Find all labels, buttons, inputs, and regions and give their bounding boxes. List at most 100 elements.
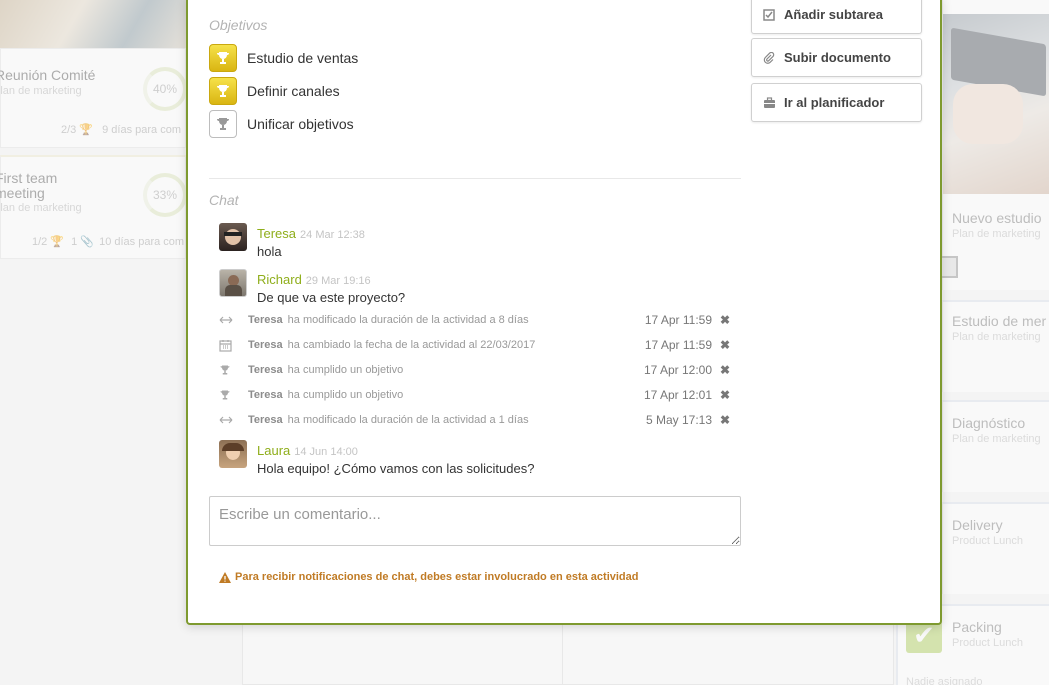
chat-heading: Chat [209,192,239,208]
delete-icon[interactable]: ✖ [720,363,730,377]
trophy-icon: 🏆 [50,236,65,248]
card-title: Estudio de mer [952,313,1047,329]
days-left: 9 días para com [102,124,181,136]
progress-ring: 33% [143,173,187,217]
trophy-icon[interactable] [209,110,237,138]
activity-log-entry: Teresa ha modificado la duración de la a… [219,411,734,429]
message-time: 29 Mar 19:16 [305,275,371,287]
delete-icon[interactable]: ✖ [720,338,730,352]
card-title: Delivery [952,517,1003,533]
log-time: 5 May 17:13 [645,413,712,427]
log-time: 17 Apr 12:00 [643,363,712,377]
log-user: Teresa [248,339,283,351]
resize-arrows-icon [219,416,239,424]
activity-log-entry: Teresa ha modificado la duración de la a… [219,311,734,329]
log-user: Teresa [248,389,283,401]
message-text: De que va este proyecto? [257,290,406,305]
activity-card[interactable] [942,502,1049,594]
log-action: ha cumplido un objetivo [287,389,404,401]
log-action: ha cumplido un objetivo [287,364,404,376]
upload-document-button[interactable]: Subir documento [751,38,922,77]
card-title: Packing [952,619,1002,635]
card-cover-image [0,0,186,48]
go-to-planner-button[interactable]: Ir al planificador [751,83,922,122]
card-subtitle: Product Lunch [952,535,1023,547]
trophy-icon[interactable] [209,77,237,105]
avatar[interactable] [219,269,247,297]
card-subtitle: Plan de marketing [0,202,82,214]
objectives-count: 2/3 [61,124,77,136]
add-subtask-button[interactable]: Añadir subtarea [751,0,922,34]
objective-item[interactable]: Unificar objetivos [209,110,354,138]
delete-icon[interactable]: ✖ [720,313,730,327]
log-action: ha modificado la duración de la activida… [287,314,529,326]
message-time: 14 Jun 14:00 [294,446,358,458]
card-subtitle: Plan de marketing [0,85,82,97]
trophy-icon[interactable] [209,44,237,72]
log-user: Teresa [248,414,283,426]
log-time: 17 Apr 11:59 [644,313,712,327]
activity-card[interactable] [942,400,1049,492]
message-text: hola [257,244,282,259]
trophy-icon [219,364,239,376]
activity-card[interactable]: Reunión Comité Plan de marketing 40% 2/3… [0,48,187,148]
checkbox-icon [762,8,776,21]
activity-detail-modal: Objetivos Estudio de ventas Definir cana… [186,0,942,625]
log-action: ha cambiado la fecha de la actividad al … [287,339,536,351]
section-divider [209,178,741,179]
message-text: Hola equipo! ¿Cómo vamos con las solicit… [257,461,535,476]
log-time: 17 Apr 12:01 [643,388,712,402]
attachments-count: 1 [71,236,78,248]
warning-icon [219,571,231,583]
add-subtask-label: Añadir subtarea [784,7,883,22]
upload-document-label: Subir documento [784,50,891,65]
log-user: Teresa [248,314,283,326]
message-author: Laura [257,443,291,458]
objective-label: Estudio de ventas [247,50,359,66]
go-to-planner-label: Ir al planificador [784,95,885,110]
objectives-count: 1/2 [32,236,48,248]
avatar[interactable] [219,440,247,468]
activity-card[interactable]: First team meeting Plan de marketing 33%… [0,155,187,259]
resize-arrows-icon [219,316,239,324]
message-time: 24 Mar 12:38 [300,229,365,241]
avatar[interactable] [219,223,247,251]
delete-icon[interactable]: ✖ [720,388,730,402]
progress-ring: 40% [143,67,187,111]
objectives-heading: Objetivos [209,17,268,33]
objective-label: Unificar objetivos [247,116,354,132]
paperclip-icon [762,51,776,64]
objective-item[interactable]: Definir canales [209,77,340,105]
board-column [242,622,564,685]
card-subtitle: Plan de marketing [952,433,1041,445]
card-title: Reunión Comité [0,67,96,83]
message-header: Richard 29 Mar 19:16 [257,272,371,287]
chat-notification-warning: Para recibir notificaciones de chat, deb… [219,571,638,583]
message-header: Laura 14 Jun 14:00 [257,443,358,458]
card-meta: 2/3 🏆 9 días para com [61,123,181,136]
activity-card[interactable] [942,0,1049,290]
activity-log-entry: Teresa ha cumplido un objetivo 17 Apr 12… [219,361,734,379]
calendar-icon [219,339,239,352]
trophy-icon [219,389,239,401]
card-cover-image [943,14,1049,194]
trophy-icon: 🏆 [79,124,94,136]
card-title: First team meeting [0,170,58,201]
board-column [562,622,894,685]
objective-label: Definir canales [247,83,340,99]
paperclip-icon: 📎 [80,236,95,248]
activity-log-entry: Teresa ha cumplido un objetivo 17 Apr 12… [219,386,734,404]
assignee-label: Nadie asignado [906,676,983,685]
warning-text: Para recibir notificaciones de chat, deb… [235,571,639,583]
card-title: Diagnóstico [952,415,1026,431]
card-subtitle: Product Lunch [952,637,1023,649]
delete-icon[interactable]: ✖ [720,413,730,427]
message-author: Richard [257,272,302,287]
log-action: ha modificado la duración de la activida… [287,414,529,426]
comment-input[interactable] [209,496,741,546]
card-subtitle: Plan de marketing [952,331,1041,343]
log-time: 17 Apr 11:59 [644,338,712,352]
objective-item[interactable]: Estudio de ventas [209,44,358,72]
activity-log-entry: Teresa ha cambiado la fecha de la activi… [219,336,734,354]
message-author: Teresa [257,226,297,241]
